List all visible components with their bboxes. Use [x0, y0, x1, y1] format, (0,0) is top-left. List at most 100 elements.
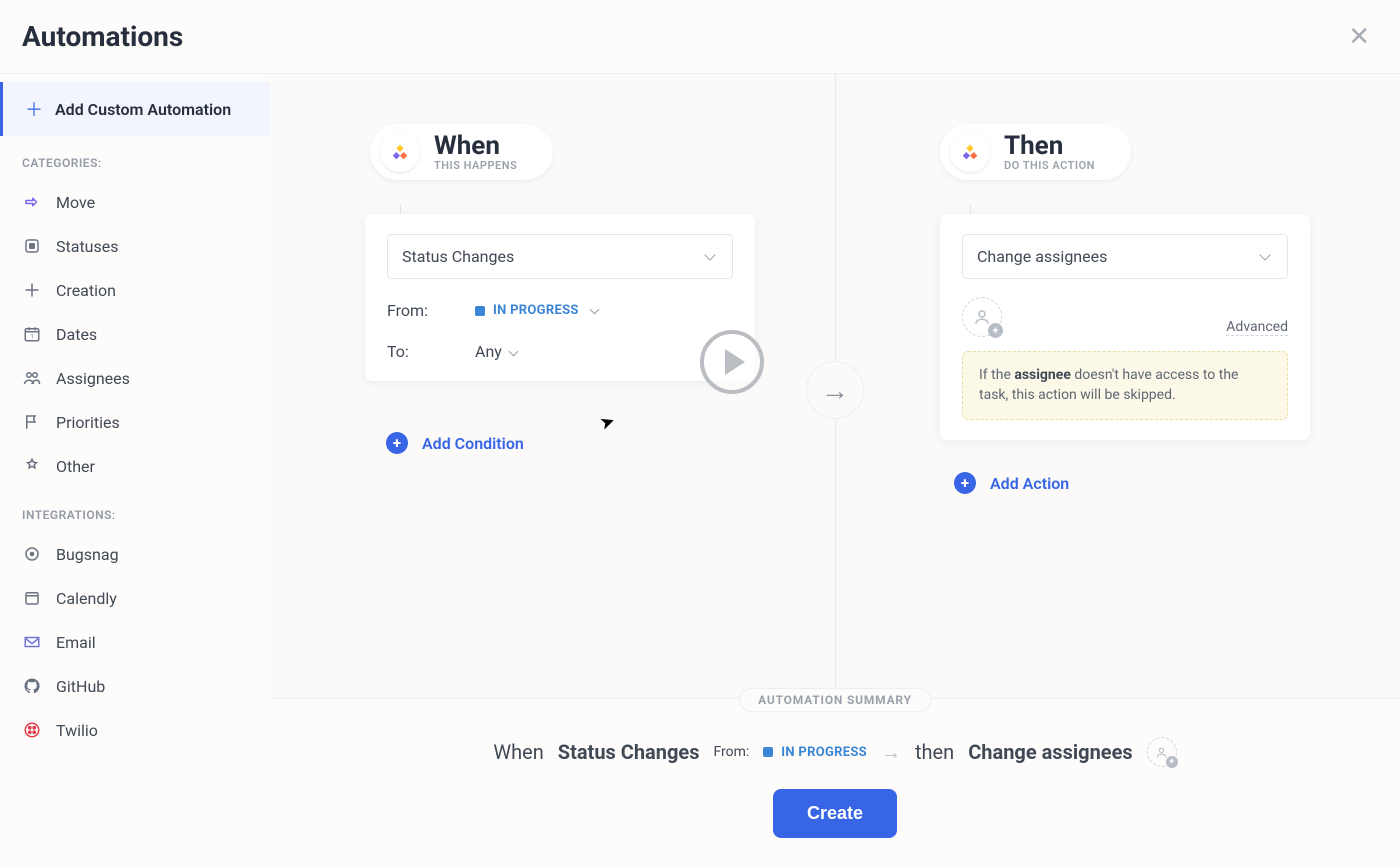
to-status-dropdown[interactable]: Any	[475, 342, 517, 361]
sidebar-item-label: Email	[56, 633, 96, 652]
summary-heading: AUTOMATION SUMMARY	[739, 688, 931, 712]
github-icon	[22, 676, 42, 696]
then-title: Then	[1004, 133, 1095, 159]
summary-action: Change assignees	[968, 740, 1132, 764]
plus-icon: ＋	[25, 96, 43, 122]
sidebar-item-label: Move	[56, 193, 95, 212]
sidebar-item-github[interactable]: GitHub	[0, 664, 270, 708]
sidebar-item-priorities[interactable]: Priorities	[0, 400, 270, 444]
chevron-down-icon	[706, 251, 718, 263]
plus-badge-icon: +	[988, 323, 1003, 338]
plus-circle-icon: +	[954, 472, 976, 494]
sidebar: ＋ Add Custom Automation CATEGORIES: Move…	[0, 74, 270, 866]
sidebar-item-bugsnag[interactable]: Bugsnag	[0, 532, 270, 576]
add-custom-label: Add Custom Automation	[55, 100, 231, 119]
svg-text:1: 1	[30, 334, 33, 341]
twilio-icon	[22, 720, 42, 740]
sidebar-item-label: GitHub	[56, 677, 105, 696]
cursor-icon: ➤	[597, 410, 618, 435]
summary-sentence: When Status Changes From: IN PROGRESS → …	[270, 737, 1400, 767]
close-icon[interactable]: ✕	[1348, 22, 1370, 52]
chevron-down-icon	[508, 347, 518, 357]
chevron-down-icon	[1261, 251, 1273, 263]
chevron-down-icon	[589, 305, 599, 315]
play-button[interactable]	[700, 330, 764, 394]
from-status-value: IN PROGRESS	[493, 303, 579, 318]
trigger-card: Status Changes From: IN PROGRESS To: Any	[365, 214, 755, 381]
summary-assignee-chip: +	[1147, 737, 1177, 767]
sidebar-item-label: Bugsnag	[56, 545, 119, 564]
sidebar-item-label: Priorities	[56, 413, 120, 432]
to-status-value: Any	[475, 342, 502, 361]
sidebar-item-email[interactable]: Email	[0, 620, 270, 664]
sidebar-item-label: Twilio	[56, 721, 98, 740]
when-title: When	[434, 133, 517, 159]
sidebar-item-calendly[interactable]: Calendly	[0, 576, 270, 620]
to-label: To:	[387, 342, 447, 361]
bugsnag-icon	[22, 544, 42, 564]
sidebar-item-label: Dates	[56, 325, 97, 344]
sidebar-item-label: Statuses	[56, 237, 119, 256]
dates-icon: 1	[22, 324, 42, 344]
plus-badge-icon: +	[1166, 756, 1178, 768]
then-header: Then DO THIS ACTION	[940, 124, 1131, 180]
page-title: Automations	[22, 20, 183, 53]
arrow-right-icon: →	[881, 740, 901, 765]
summary-then-word: then	[915, 740, 954, 764]
sidebar-item-label: Other	[56, 457, 95, 476]
statuses-icon	[22, 236, 42, 256]
automation-canvas: When THIS HAPPENS Status Changes From: I…	[270, 74, 1400, 698]
summary-from-value: IN PROGRESS	[781, 745, 867, 760]
other-icon	[22, 456, 42, 476]
add-assignee-button[interactable]: +	[962, 297, 1002, 337]
sidebar-item-label: Creation	[56, 281, 116, 300]
move-icon	[22, 192, 42, 212]
sidebar-item-other[interactable]: Other	[0, 444, 270, 488]
summary-trigger: Status Changes	[558, 740, 700, 764]
trigger-select[interactable]: Status Changes	[387, 234, 733, 279]
clickup-logo-icon	[380, 132, 420, 172]
advanced-link[interactable]: Advanced	[1226, 319, 1288, 336]
summary-when-word: When	[493, 740, 543, 764]
status-color-swatch	[475, 306, 485, 316]
sidebar-item-label: Assignees	[56, 369, 130, 388]
warning-message: If the assignee doesn't have access to t…	[962, 351, 1288, 420]
add-condition-label: Add Condition	[422, 434, 524, 453]
sidebar-item-move[interactable]: Move	[0, 180, 270, 224]
status-color-swatch	[763, 747, 773, 757]
categories-heading: CATEGORIES:	[0, 136, 270, 180]
email-icon	[22, 632, 42, 652]
integrations-heading: INTEGRATIONS:	[0, 488, 270, 532]
arrow-right-icon: →	[807, 362, 863, 418]
add-custom-automation-button[interactable]: ＋ Add Custom Automation	[0, 82, 270, 136]
action-card: Change assignees + Advanced If the assig…	[940, 214, 1310, 440]
then-subtitle: DO THIS ACTION	[1004, 159, 1095, 172]
action-select-value: Change assignees	[977, 247, 1107, 266]
clickup-logo-icon	[950, 132, 990, 172]
sidebar-item-creation[interactable]: Creation	[0, 268, 270, 312]
summary-from-status: IN PROGRESS	[763, 745, 867, 760]
when-header: When THIS HAPPENS	[370, 124, 553, 180]
from-label: From:	[387, 301, 447, 320]
sidebar-item-dates[interactable]: 1 Dates	[0, 312, 270, 356]
priorities-icon	[22, 412, 42, 432]
from-status-dropdown[interactable]: IN PROGRESS	[475, 303, 598, 318]
sidebar-item-twilio[interactable]: Twilio	[0, 708, 270, 752]
trigger-select-value: Status Changes	[402, 247, 514, 266]
sidebar-item-statuses[interactable]: Statuses	[0, 224, 270, 268]
sidebar-item-label: Calendly	[56, 589, 117, 608]
plus-circle-icon: +	[386, 432, 408, 454]
add-condition-button[interactable]: + Add Condition	[386, 432, 524, 454]
create-button[interactable]: Create	[773, 789, 897, 838]
footer: AUTOMATION SUMMARY When Status Changes F…	[270, 698, 1400, 866]
header: Automations Browse Manage Usage ✕	[0, 0, 1400, 74]
sidebar-item-assignees[interactable]: Assignees	[0, 356, 270, 400]
assignees-icon	[22, 368, 42, 388]
action-select[interactable]: Change assignees	[962, 234, 1288, 279]
calendly-icon	[22, 588, 42, 608]
summary-from-label: From:	[713, 744, 749, 760]
add-action-button[interactable]: + Add Action	[954, 472, 1069, 494]
when-subtitle: THIS HAPPENS	[434, 159, 517, 172]
add-action-label: Add Action	[990, 474, 1069, 493]
creation-icon	[22, 280, 42, 300]
